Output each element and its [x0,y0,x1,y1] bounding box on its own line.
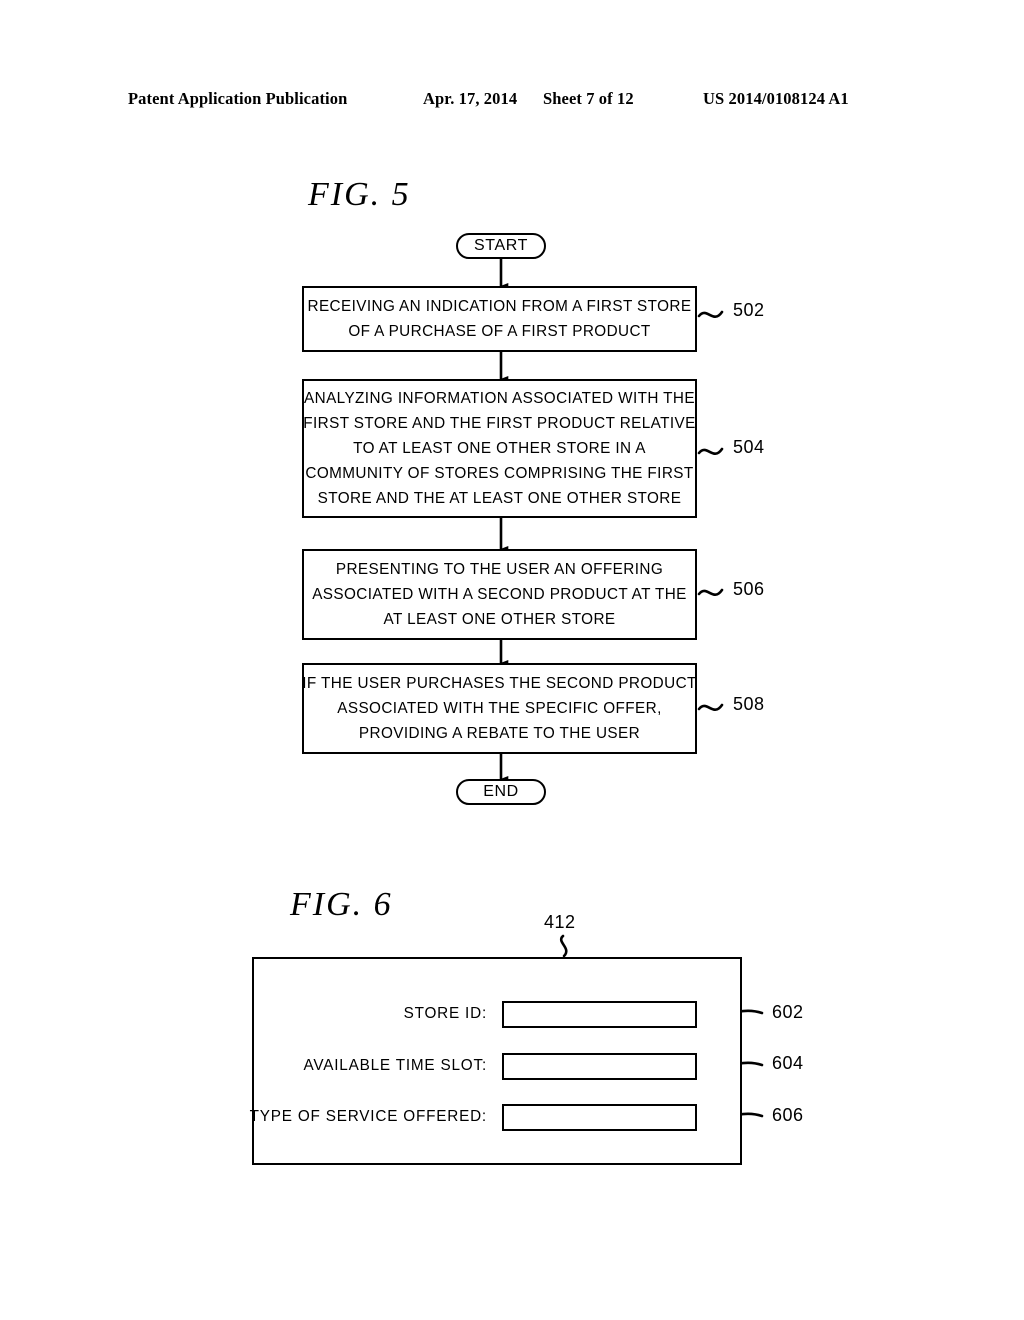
header-date-label: Apr. 17, 2014 [423,89,518,108]
flow-node-508: IF THE USER PURCHASES THE SECOND PRODUCT… [302,663,697,754]
page-header: Patent Application Publication Apr. 17, … [0,86,1024,112]
form-row-store-id: STORE ID: [254,999,740,1029]
header-sheet-label: Sheet 7 of 12 [543,89,634,108]
available-time-slot-label: AVAILABLE TIME SLOT: [303,1057,487,1074]
flow-node-506-line-2: ASSOCIATED WITH A SECOND PRODUCT AT THE [312,586,687,603]
flow-node-502-line-2: OF A PURCHASE OF A FIRST PRODUCT [348,323,651,340]
reference-numeral-606: 606 [772,1105,804,1125]
available-time-slot-input[interactable] [502,1052,697,1080]
reference-numeral-508: 508 [733,694,765,714]
flow-node-504-line-2: FIRST STORE AND THE FIRST PRODUCT RELATI… [303,415,696,432]
flow-node-502-line-1: RECEIVING AN INDICATION FROM A FIRST STO… [307,298,692,315]
form-row-type-of-service-offered: TYPE OF SERVICE OFFERED: [250,1102,740,1132]
reference-numeral-604: 604 [772,1053,804,1073]
store-id-input[interactable] [502,1000,697,1028]
flow-node-start: START [456,233,546,259]
flow-node-508-line-2: ASSOCIATED WITH THE SPECIFIC OFFER, [337,700,662,717]
flow-node-504-line-3: TO AT LEAST ONE OTHER STORE IN A [353,440,646,457]
flow-node-504-line-5: STORE AND THE AT LEAST ONE OTHER STORE [317,490,682,507]
flow-node-start-label: START [474,237,528,254]
flow-node-506: PRESENTING TO THE USER AN OFFERING ASSOC… [302,549,697,640]
figure-5-title: FIG. 5 [308,176,411,213]
flow-node-502: RECEIVING AN INDICATION FROM A FIRST STO… [302,286,697,352]
type-of-service-offered-label: TYPE OF SERVICE OFFERED: [249,1108,487,1125]
figure-6-title: FIG. 6 [290,886,393,923]
flow-node-504-line-4: COMMUNITY OF STORES COMPRISING THE FIRST [305,465,694,482]
store-profile-panel: STORE ID: AVAILABLE TIME SLOT: TYPE OF S… [250,957,742,1165]
form-row-available-time-slot: AVAILABLE TIME SLOT: [254,1051,740,1081]
flow-node-506-line-3: AT LEAST ONE OTHER STORE [383,611,616,628]
reference-numeral-602: 602 [772,1002,804,1022]
header-patent-number: US 2014/0108124 A1 [703,89,849,108]
reference-numeral-502: 502 [733,300,765,320]
flow-node-end-label: END [483,783,519,800]
flow-node-504: ANALYZING INFORMATION ASSOCIATED WITH TH… [302,379,697,518]
flow-node-506-line-1: PRESENTING TO THE USER AN OFFERING [335,561,664,578]
reference-numeral-504: 504 [733,437,765,457]
reference-numeral-412: 412 [544,912,576,932]
store-id-label: STORE ID: [403,1005,487,1022]
flow-node-504-line-1: ANALYZING INFORMATION ASSOCIATED WITH TH… [304,390,695,407]
header-publication-label: Patent Application Publication [128,89,348,108]
reference-numeral-506: 506 [733,579,765,599]
flow-node-end: END [456,779,546,805]
type-of-service-offered-input[interactable] [502,1103,697,1131]
flow-node-508-line-3: PROVIDING A REBATE TO THE USER [358,725,641,742]
flow-node-508-line-1: IF THE USER PURCHASES THE SECOND PRODUCT [302,675,697,692]
